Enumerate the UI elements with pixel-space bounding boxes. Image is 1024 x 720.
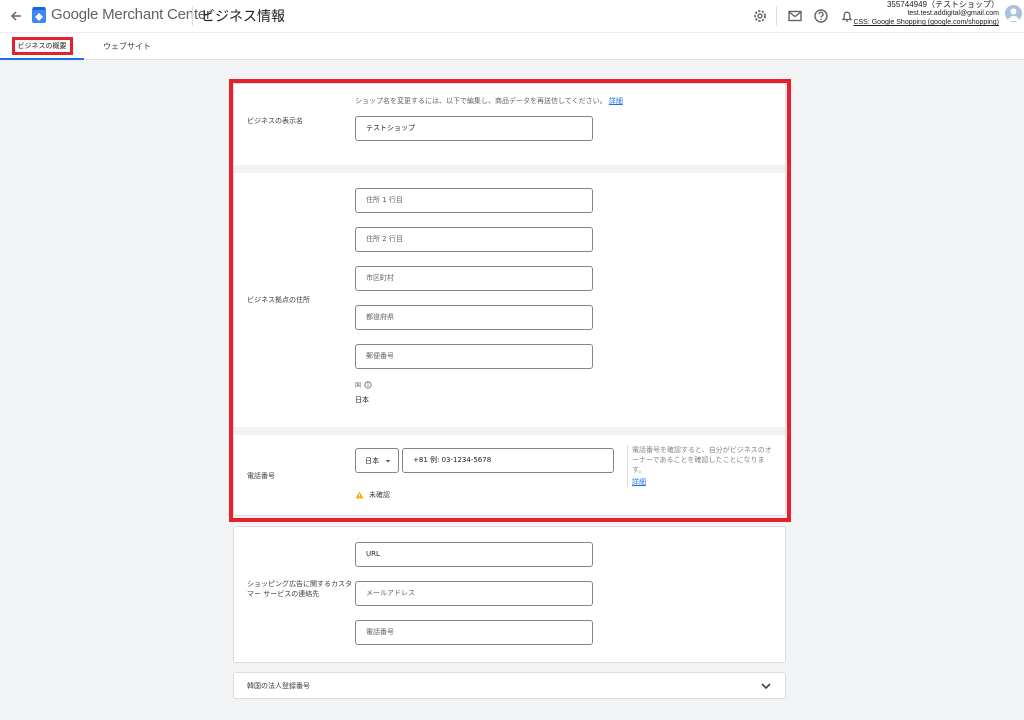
top-bar: Google Merchant Center ビジネス情報 355744949（… <box>0 0 1024 32</box>
tab-website[interactable]: ウェブサイト <box>92 33 162 59</box>
phone-section: 電話番号 日本 +81 例: 03-1234-5678 未確認 電話番号を確認す… <box>234 435 785 515</box>
phone-verification-status: 未確認 <box>355 490 390 500</box>
phone-status-text: 未確認 <box>369 491 390 499</box>
address-line1-input[interactable]: 住所 1 行目 <box>355 188 593 213</box>
customer-service-email-input[interactable]: メールアドレス <box>355 581 593 606</box>
avatar-person-icon <box>1007 8 1020 21</box>
business-name-label: ビジネスの表示名 <box>247 117 303 125</box>
customer-service-card: ショッピング広告に関するカスタマー サービスの連絡先 URL メールアドレス 電… <box>233 526 786 663</box>
account-id: 355744949（テストショップ） <box>886 0 999 9</box>
customer-service-label: ショッピング広告に関するカスタマー サービスの連絡先 <box>247 580 352 598</box>
tab-website-label: ウェブサイト <box>103 41 151 51</box>
customer-service-url-input[interactable]: URL <box>355 542 593 567</box>
brand-product: Merchant Center <box>102 6 211 23</box>
phone-learn-more-link[interactable]: 詳細 <box>632 478 646 486</box>
section-divider <box>234 427 785 435</box>
active-tab-indicator <box>0 58 84 60</box>
header-divider <box>192 6 193 26</box>
help-icon[interactable] <box>812 7 830 25</box>
merchant-center-logo-icon <box>32 7 46 23</box>
prefecture-input[interactable]: 都道府県 <box>355 305 593 330</box>
avatar[interactable] <box>1005 5 1022 22</box>
brand-google: Google <box>51 6 99 23</box>
business-info-card: ショップ名を変更するには、以下で編集し、商品データを再送信してください。 詳細 … <box>233 83 786 516</box>
tab-bar: ビジネスの概要 ウェブサイト <box>0 32 1024 60</box>
customer-service-phone-input[interactable]: 電話番号 <box>355 620 593 645</box>
country-value: 日本 <box>355 396 369 404</box>
business-name-input[interactable]: テストショップ <box>355 116 593 141</box>
account-email: test.test.addigital@gmail.com <box>907 10 999 17</box>
section-divider <box>234 165 785 173</box>
mail-icon[interactable] <box>786 7 804 25</box>
postal-code-input[interactable]: 郵便番号 <box>355 344 593 369</box>
phone-verification-note: 電話番号を確認すると、自分がビジネスのオーナーであることを確認したことになります… <box>627 445 772 487</box>
account-css: CSS: Google Shopping (google.com/shoppin… <box>853 19 999 26</box>
phone-country-select[interactable]: 日本 <box>355 448 399 473</box>
city-input[interactable]: 市区町村 <box>355 266 593 291</box>
phone-number-input[interactable]: +81 例: 03-1234-5678 <box>402 448 614 473</box>
phone-note-text: 電話番号を確認すると、自分がビジネスのオーナーであることを確認したことになります… <box>632 446 772 474</box>
business-name-hint: ショップ名を変更するには、以下で編集し、商品データを再送信してください。 詳細 <box>355 97 623 105</box>
product-name: Google Merchant Center <box>51 6 211 23</box>
country-label: 国 <box>355 382 362 389</box>
phone-label: 電話番号 <box>247 472 275 480</box>
chevron-down-icon[interactable] <box>760 681 772 691</box>
dropdown-arrow-icon <box>385 459 391 462</box>
tab-business-overview[interactable]: ビジネスの概要 <box>0 33 84 60</box>
toolbar-separator <box>776 6 777 26</box>
korea-registration-label: 韓国の法人登録番号 <box>247 682 310 690</box>
address-line2-input[interactable]: 住所 2 行目 <box>355 227 593 252</box>
settings-gear-icon[interactable] <box>751 7 769 25</box>
account-info[interactable]: 355744949（テストショップ） test.test.addigital@g… <box>853 0 999 27</box>
korea-registration-card[interactable]: 韓国の法人登録番号 <box>233 672 786 699</box>
business-name-learn-more-link[interactable]: 詳細 <box>609 97 623 105</box>
phone-country-value: 日本 <box>365 456 379 465</box>
info-icon[interactable] <box>364 380 372 389</box>
back-arrow-icon[interactable] <box>8 8 24 24</box>
page-title: ビジネス情報 <box>201 9 285 25</box>
tab-business-overview-label: ビジネスの概要 <box>11 37 73 55</box>
address-label: ビジネス拠点の住所 <box>247 296 310 304</box>
country-label-row: 国 <box>355 380 372 389</box>
warning-icon <box>355 491 364 499</box>
